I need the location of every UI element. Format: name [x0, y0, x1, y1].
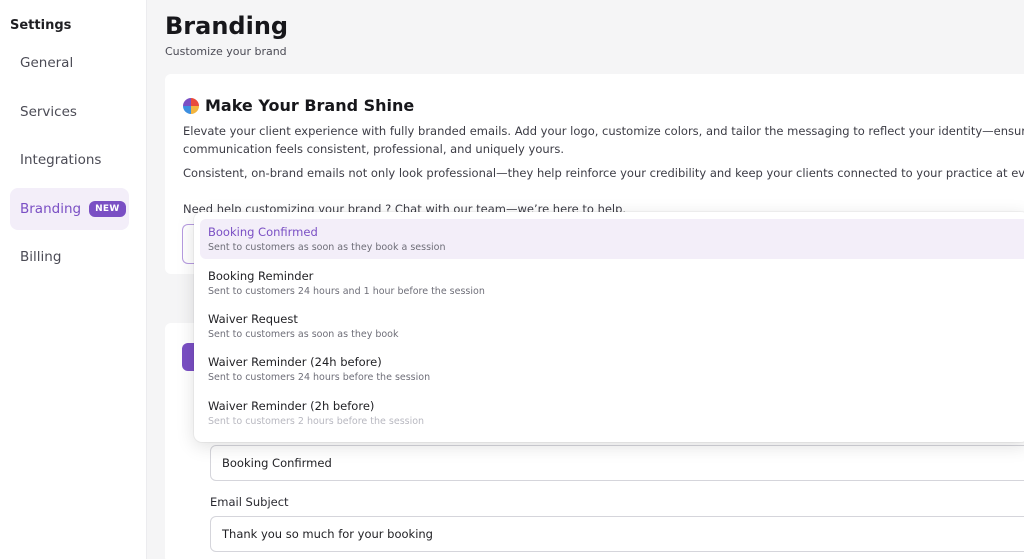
sidebar-item-general[interactable]: General [10, 42, 129, 84]
option-description: Sent to customers 2 hours before the ses… [208, 416, 425, 427]
new-badge: NEW [89, 201, 126, 217]
sidebar-item-label: Services [20, 104, 77, 120]
page-title: Branding [165, 12, 289, 40]
option-description: Sent to customers as soon as they book [208, 329, 399, 340]
sidebar-item-billing[interactable]: Billing [10, 236, 129, 278]
dropdown-option-waiver-reminder-24h[interactable]: Waiver Reminder (24h before) Sent to cus… [200, 349, 1024, 389]
palette-icon [183, 97, 199, 114]
sidebar-item-label: Billing [20, 249, 62, 265]
option-description: Sent to customers as soon as they book a… [208, 242, 446, 253]
option-name: Booking Reminder [208, 269, 314, 283]
option-description: Sent to customers 24 hours before the se… [208, 372, 431, 383]
card-heading: Make Your Brand Shine [183, 96, 414, 115]
intro-paragraph-line2: communication feels consistent, professi… [183, 142, 565, 156]
sidebar-item-services[interactable]: Services [10, 91, 129, 133]
sidebar-item-label: Integrations [20, 152, 102, 168]
dropdown-option-waiver-request[interactable]: Waiver Request Sent to customers as soon… [200, 306, 1024, 346]
intro-paragraph-2: Consistent, on-brand emails not only loo… [183, 166, 1024, 180]
template-select-field[interactable]: Booking Confirmed [210, 445, 1024, 481]
settings-sidebar: Settings General Services Integrations B… [0, 0, 147, 559]
option-name: Waiver Request [208, 312, 298, 326]
dropdown-option-waiver-reminder-2h[interactable]: Waiver Reminder (2h before) Sent to cust… [200, 393, 1024, 433]
email-subject-input[interactable]: Thank you so much for your booking [210, 516, 1024, 552]
option-name: Waiver Reminder (2h before) [208, 399, 375, 413]
dropdown-option-booking-confirmed[interactable]: Booking Confirmed Sent to customers as s… [200, 219, 1024, 259]
option-name: Waiver Reminder (24h before) [208, 355, 382, 369]
sidebar-item-integrations[interactable]: Integrations [10, 139, 129, 181]
card-heading-text: Make Your Brand Shine [205, 96, 415, 115]
sidebar-item-branding[interactable]: Branding NEW [10, 188, 129, 230]
sidebar-title: Settings [10, 18, 72, 33]
dropdown-option-booking-reminder[interactable]: Booking Reminder Sent to customers 24 ho… [200, 263, 1024, 303]
page-subtitle: Customize your brand [165, 45, 287, 58]
option-description: Sent to customers 24 hours and 1 hour be… [208, 286, 485, 297]
sidebar-item-label: General [20, 55, 74, 71]
option-name: Booking Confirmed [208, 225, 318, 239]
sidebar-item-label: Branding [20, 201, 82, 217]
template-dropdown-menu: Booking Confirmed Sent to customers as s… [194, 212, 1024, 442]
email-subject-label: Email Subject [210, 495, 289, 509]
intro-paragraph-line1: Elevate your client experience with full… [183, 124, 1024, 138]
